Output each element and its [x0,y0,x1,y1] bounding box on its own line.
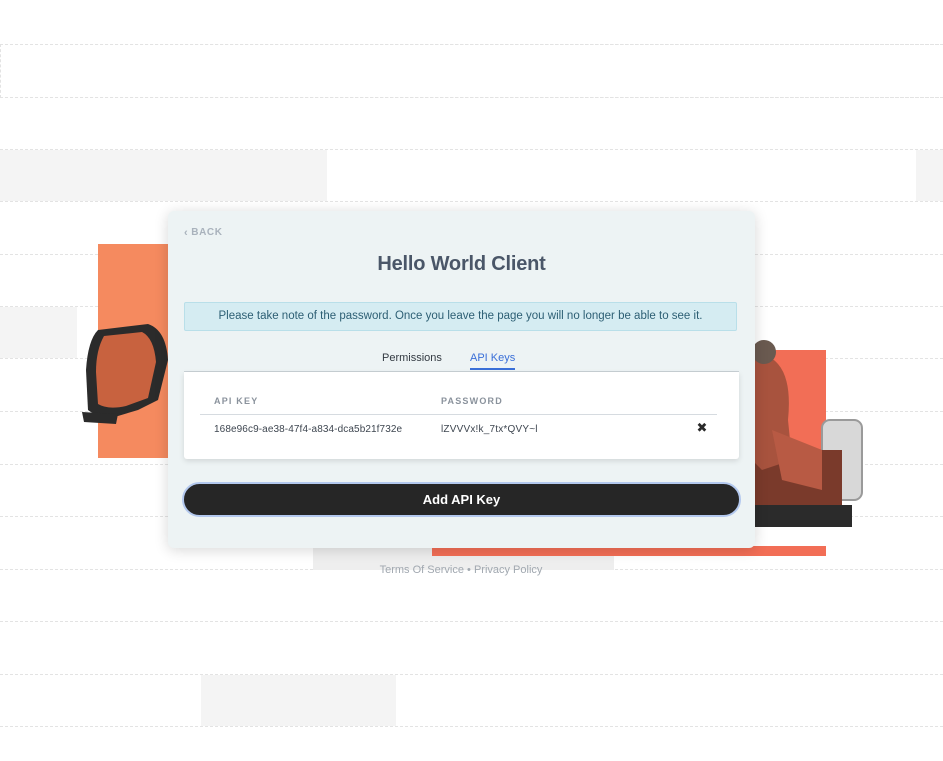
back-link[interactable]: ‹ BACK [184,227,223,238]
page-background: ‹ BACK Hello World Client Please take no… [0,0,943,761]
client-card: ‹ BACK Hello World Client Please take no… [168,211,755,548]
grid-block [916,150,943,201]
tab-api-keys[interactable]: API Keys [470,352,516,370]
grid-block [0,150,327,201]
api-key-value: 168e96c9-ae38-47f4-a834-dca5b21f732e [214,424,403,435]
seated-person-illustration [752,340,863,527]
footer-links: Terms Of Service • Privacy Policy [0,564,922,576]
grid-line [0,201,943,202]
chair-illustration [82,324,168,424]
tab-bar: Permissions API Keys [184,349,739,372]
close-icon[interactable]: ✖ [695,421,709,435]
grid-block [0,307,77,358]
terms-of-service-link[interactable]: Terms Of Service [380,564,464,576]
back-label: BACK [191,227,223,238]
privacy-policy-link[interactable]: Privacy Policy [474,564,542,576]
page-title: Hello World Client [377,253,546,275]
grid-line [0,726,943,727]
footer-separator: • [467,564,471,576]
column-header-password: PASSWORD [441,396,503,406]
grid-outline-block [0,44,943,98]
grid-line [0,674,943,675]
api-keys-panel: API KEY PASSWORD 168e96c9-ae38-47f4-a834… [184,372,739,459]
table-header: API KEY PASSWORD [200,387,717,415]
chevron-left-icon: ‹ [184,226,189,239]
column-header-api-key: API KEY [214,396,259,406]
table-row: 168e96c9-ae38-47f4-a834-dca5b21f732e lZV… [200,415,717,443]
tab-permissions[interactable]: Permissions [382,352,442,368]
password-notice: Please take note of the password. Once y… [184,302,737,331]
grid-line [0,621,943,622]
grid-block [201,675,396,726]
api-keys-table: API KEY PASSWORD 168e96c9-ae38-47f4-a834… [200,387,717,443]
password-value: lZVVVx!k_7tx*QVY~l [441,424,538,435]
add-api-key-button[interactable]: Add API Key [182,482,741,517]
